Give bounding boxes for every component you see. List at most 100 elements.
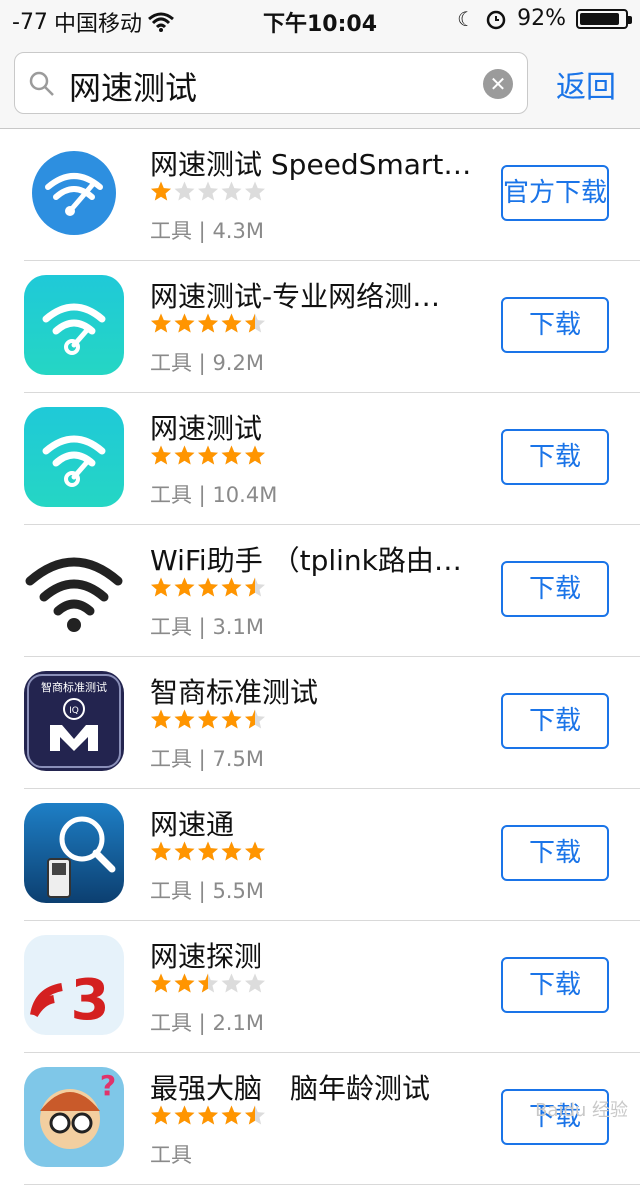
star-filled-icon bbox=[151, 841, 171, 861]
meta-divider: | bbox=[192, 747, 213, 771]
app-title: 网速测试 bbox=[150, 412, 263, 445]
app-title: WiFi助手 （tplink路由… bbox=[150, 544, 462, 577]
star-filled-icon bbox=[151, 445, 171, 465]
app-row[interactable]: 3 网速探测 工具 | 2.1M 下载 bbox=[0, 921, 640, 1053]
status-bar: -77 中国移动 下午10:04 ☾ 92% bbox=[0, 0, 640, 40]
star-filled-icon bbox=[174, 841, 195, 861]
app-size: 9.2M bbox=[212, 351, 264, 375]
download-button[interactable]: 下载 bbox=[501, 693, 609, 749]
search-query: 网速测试 bbox=[69, 69, 198, 107]
meta-divider: | bbox=[192, 879, 213, 903]
magnifier-phone-icon[interactable] bbox=[24, 803, 124, 903]
iq-test-icon[interactable]: 智商标准测试 IQ bbox=[24, 671, 124, 771]
star-filled-icon bbox=[221, 445, 242, 465]
search-icon bbox=[29, 71, 54, 96]
app-row[interactable]: WiFi助手 （tplink路由… 工具 | 3.1M 下载 bbox=[0, 525, 640, 657]
black-wifi-icon[interactable] bbox=[24, 539, 124, 639]
star-rating bbox=[151, 841, 265, 861]
app-category: 工具 bbox=[150, 483, 192, 507]
app-size: 4.3M bbox=[212, 219, 264, 243]
star-rating bbox=[151, 577, 265, 597]
download-button[interactable]: 下载 bbox=[501, 957, 609, 1013]
star-rating bbox=[151, 181, 265, 201]
app-meta: 工具 bbox=[150, 1139, 192, 1169]
search-input[interactable]: 网速测试 ✕ bbox=[14, 52, 528, 114]
app-title: 网速探测 bbox=[150, 940, 263, 973]
app-row[interactable]: 网速通工具 | 5.5M 下载 bbox=[0, 789, 640, 921]
moon-icon: ☾ bbox=[457, 6, 476, 31]
iq-icon-text: 智商标准测试 bbox=[41, 680, 107, 694]
star-filled-icon bbox=[151, 709, 171, 729]
star-filled-icon bbox=[198, 577, 218, 597]
app-title: 最强大脑 脑年龄测试 bbox=[150, 1072, 431, 1105]
meta-divider: | bbox=[192, 483, 213, 507]
star-rating bbox=[151, 445, 265, 465]
star-filled-icon bbox=[245, 445, 265, 465]
star-filled-icon bbox=[221, 1105, 242, 1125]
download-button[interactable]: 官方下载 bbox=[501, 165, 609, 221]
star-filled-icon bbox=[198, 709, 218, 729]
app-row[interactable]: 网速测试工具 | 10.4M 下载 bbox=[0, 393, 640, 525]
app-size: 3.1M bbox=[212, 615, 264, 639]
star-filled-icon bbox=[198, 313, 218, 333]
app-category: 工具 bbox=[150, 1143, 192, 1167]
app-size: 5.5M bbox=[212, 879, 264, 903]
meta-divider: | bbox=[192, 219, 213, 243]
download-button[interactable]: 下载 bbox=[501, 429, 609, 485]
app-row[interactable]: 智商标准测试 IQ 智商标准测试 工具 | 7.5M 下载 bbox=[0, 657, 640, 789]
watermark: Baidu 经验 bbox=[535, 1100, 628, 1121]
app-meta: 工具 | 10.4M bbox=[150, 479, 277, 509]
app-size: 10.4M bbox=[212, 483, 278, 507]
cartoon-kid-icon[interactable]: ? bbox=[24, 1067, 124, 1167]
star-rating bbox=[151, 1105, 265, 1125]
app-category: 工具 bbox=[150, 615, 192, 639]
star-filled-icon bbox=[198, 841, 218, 861]
star-filled-icon bbox=[198, 1105, 218, 1125]
app-row[interactable]: 网速测试 SpeedSmart… 工具 | 4.3M 官方下载 bbox=[0, 129, 640, 261]
star-filled-icon bbox=[221, 709, 242, 729]
star-empty-icon bbox=[198, 181, 218, 201]
download-button[interactable]: 下载 bbox=[501, 825, 609, 881]
star-filled-icon bbox=[174, 973, 195, 993]
star-empty-icon bbox=[245, 973, 265, 993]
star-empty-icon bbox=[174, 181, 195, 201]
star-rating bbox=[151, 973, 265, 993]
app-category: 工具 bbox=[150, 351, 192, 375]
download-button[interactable]: 下载 bbox=[501, 297, 609, 353]
star-filled-icon bbox=[174, 445, 195, 465]
battery-percent: 92% bbox=[517, 6, 566, 31]
star-filled-icon bbox=[151, 1105, 171, 1125]
star-empty-icon bbox=[245, 181, 265, 201]
app-size: 2.1M bbox=[212, 1011, 264, 1035]
meta-divider: | bbox=[192, 615, 213, 639]
app-row[interactable]: 网速测试-专业网络测… 工具 | 9.2M 下载 bbox=[0, 261, 640, 393]
star-filled-icon bbox=[221, 313, 242, 333]
app-meta: 工具 | 5.5M bbox=[150, 875, 264, 905]
teal-wifi-icon[interactable] bbox=[24, 275, 124, 375]
speedsmart-wifi-gauge-icon[interactable] bbox=[24, 143, 124, 243]
battery-icon bbox=[576, 8, 632, 29]
download-button[interactable]: 下载 bbox=[501, 561, 609, 617]
star-filled-icon bbox=[198, 445, 218, 465]
alarm-icon bbox=[486, 10, 506, 29]
clear-icon[interactable]: ✕ bbox=[483, 69, 513, 99]
star-filled-icon bbox=[174, 577, 195, 597]
svg-text:IQ: IQ bbox=[69, 706, 79, 716]
app-title: 网速通 bbox=[150, 808, 235, 841]
app-title: 网速测试-专业网络测… bbox=[150, 280, 441, 313]
app-meta: 工具 | 7.5M bbox=[150, 743, 264, 773]
star-empty-icon bbox=[221, 973, 242, 993]
app-meta: 工具 | 3.1M bbox=[150, 611, 264, 641]
star-filled-icon bbox=[151, 577, 171, 597]
app-category: 工具 bbox=[150, 879, 192, 903]
back-button[interactable]: 返回 bbox=[556, 62, 616, 106]
app-meta: 工具 | 4.3M bbox=[150, 215, 264, 245]
meta-divider: | bbox=[192, 351, 213, 375]
star-filled-icon bbox=[151, 973, 171, 993]
svg-text:?: ? bbox=[100, 1069, 116, 1102]
search-bar: 网速测试 ✕ 返回 bbox=[0, 40, 640, 129]
red-signal-3-icon[interactable]: 3 bbox=[24, 935, 124, 1035]
teal-wifi-icon[interactable] bbox=[24, 407, 124, 507]
app-title: 智商标准测试 bbox=[150, 676, 319, 709]
star-empty-icon bbox=[221, 181, 242, 201]
